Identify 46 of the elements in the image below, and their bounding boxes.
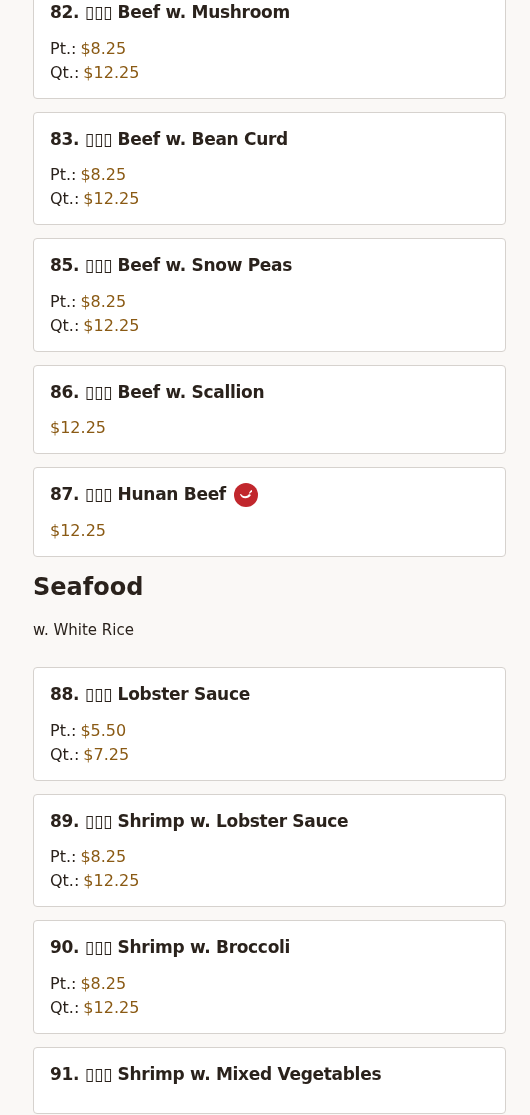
menu-item-card[interactable]: 82. ▯▯▯ Beef w. Mushroom Pt.: $8.25 Qt.: $12.25 [33, 0, 506, 99]
portion-label: Qt.: [50, 61, 80, 84]
portion-label: Qt.: [50, 870, 80, 892]
price: $12.25 [83, 314, 140, 337]
menu-item-card[interactable]: 90. ▯▯▯ Shrimp w. Broccoli Pt.: $8.25 Qt.: $12.25 [33, 920, 506, 1034]
price: $8.25 [80, 290, 127, 313]
menu-item-card[interactable]: 91. ▯▯▯ Shrimp w. Mixed Vegetables [33, 1046, 506, 1114]
menu-item-card[interactable]: 85. ▯▯▯ Beef w. Snow Peas Pt.: $8.25 Qt.: $12.25 [33, 238, 506, 352]
item-name: 87. ▯▯▯ Hunan Beef [50, 483, 226, 506]
item-name: 88. ▯▯▯ Lobster Sauce [50, 683, 250, 706]
item-name: 90. ▯▯▯ Shrimp w. Broccoli [50, 936, 291, 959]
portion-label: Pt.: [50, 846, 77, 868]
item-name: 82. ▯▯▯ Beef w. Mushroom [50, 1, 290, 24]
portion-label: Pt.: [50, 290, 77, 313]
menu-item-card[interactable]: 88. ▯▯▯ Lobster Sauce Pt.: $5.50 Qt.: $7.25 [33, 667, 506, 781]
portion-label: Pt.: [50, 972, 77, 995]
item-name: 89. ▯▯▯ Shrimp w. Lobster Sauce [50, 809, 349, 833]
section-heading: Seafood [33, 571, 144, 603]
portion-label: Qt.: [50, 996, 80, 1019]
price: $12.25 [83, 870, 140, 892]
menu-item-card[interactable]: 89. ▯▯▯ Shrimp w. Lobster Sauce Pt.: $8.25 Qt.: $12.25 [33, 793, 506, 907]
portion-label: Qt.: [50, 314, 80, 337]
portion-label: Pt.: [50, 719, 77, 742]
portion-label: Qt.: [50, 743, 80, 766]
item-name: 85. ▯▯▯ Beef w. Snow Peas [50, 254, 293, 277]
item-name: 86. ▯▯▯ Beef w. Scallion [50, 380, 265, 404]
item-name: 91. ▯▯▯ Shrimp w. Mixed Vegetables [50, 1062, 382, 1086]
price: $8.25 [80, 972, 127, 995]
price: $8.25 [80, 164, 127, 186]
menu-item-card[interactable]: 83. ▯▯▯ Beef w. Bean Curd Pt.: $8.25 Qt.: $12.25 [33, 111, 506, 225]
price: $5.50 [80, 719, 127, 742]
portion-label: Pt.: [50, 164, 77, 186]
portion-label: Qt.: [50, 188, 80, 210]
price: $12.25 [50, 519, 106, 542]
menu-item-card[interactable]: 86. ▯▯▯ Beef w. Scallion $12.25 [33, 364, 506, 454]
price: $12.25 [83, 188, 140, 210]
price: $12.25 [83, 61, 140, 84]
section-subtitle: w. White Rice [33, 619, 134, 641]
item-name: 83. ▯▯▯ Beef w. Bean Curd [50, 127, 288, 151]
price: $8.25 [80, 37, 127, 60]
menu-item-card[interactable]: 87. ▯▯▯ Hunan Beef $12.25 [33, 467, 506, 557]
price: $8.25 [80, 846, 127, 868]
portion-label: Pt.: [50, 37, 77, 60]
price: $7.25 [83, 743, 130, 766]
price: $12.25 [83, 996, 140, 1019]
price: $12.25 [50, 417, 106, 439]
